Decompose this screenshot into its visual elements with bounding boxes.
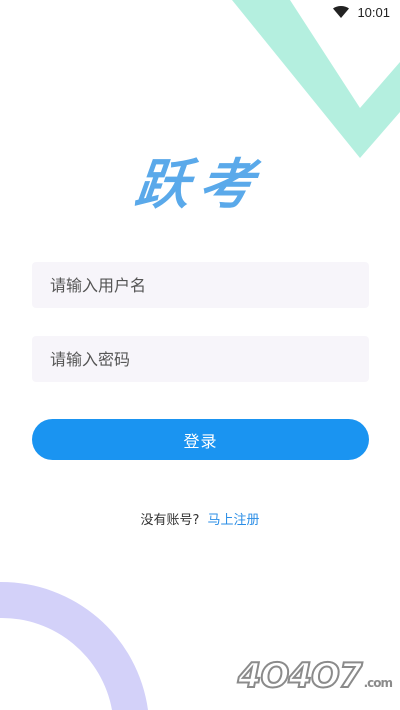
- register-prompt: 没有账号?: [140, 513, 200, 528]
- watermark-logo: 4О4О7 .com: [237, 655, 393, 697]
- watermark-text: 4О4О7: [237, 655, 364, 697]
- username-field[interactable]: [32, 262, 369, 308]
- register-link[interactable]: 马上注册: [208, 513, 260, 528]
- app-logo: 跃考: [132, 152, 267, 216]
- login-button[interactable]: 登录: [32, 419, 369, 460]
- decorative-arc: [0, 581, 148, 710]
- username-input[interactable]: [48, 274, 369, 296]
- register-row: 没有账号? 马上注册: [0, 509, 400, 528]
- wifi-icon: [333, 6, 350, 18]
- password-input[interactable]: [48, 348, 369, 370]
- password-field[interactable]: [32, 336, 369, 382]
- status-bar: 10:01: [333, 0, 400, 24]
- watermark-suffix: .com: [363, 676, 393, 690]
- status-time: 10:01: [357, 4, 390, 20]
